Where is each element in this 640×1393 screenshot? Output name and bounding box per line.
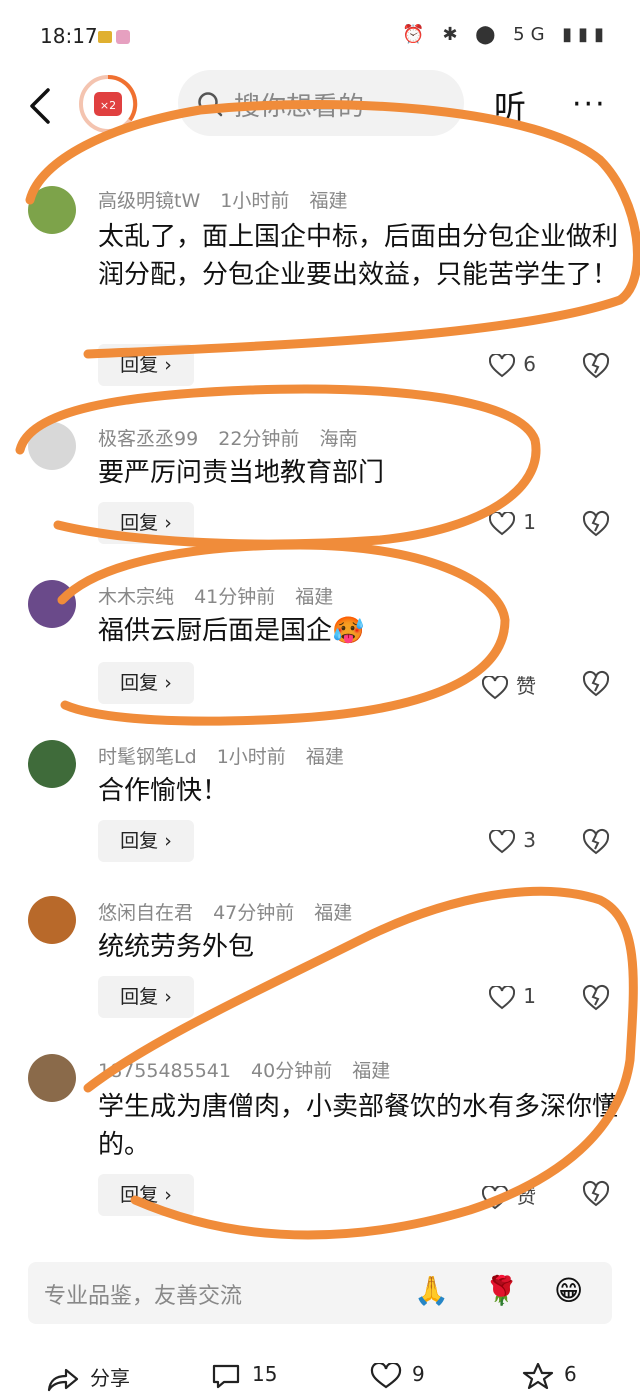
broken-heart-icon[interactable] [582, 510, 610, 538]
comment-text: 学生成为唐僧肉，小卖部餐饮的水有多深你懂的。 [98, 1092, 619, 1160]
rose-emoji-button[interactable]: 🌹 [484, 1274, 519, 1307]
username[interactable]: 18755485541 [98, 1060, 231, 1082]
comment-meta: 极客丞丞99 22分钟前 海南 [98, 424, 371, 451]
avatar[interactable] [28, 580, 76, 628]
status-icons: ⏰ ✱ ⬤ 5G ▮▮▮ [402, 24, 610, 45]
comments-button[interactable]: 15 [210, 1362, 277, 1389]
username[interactable]: 高级明镜tW [98, 190, 200, 212]
reply-button[interactable]: 回复 › [98, 820, 194, 862]
heart-icon [489, 352, 516, 377]
broken-heart-icon[interactable] [582, 352, 610, 380]
comment-meta: 悠闲自在君 47分钟前 福建 [98, 898, 366, 925]
heart-icon [481, 674, 509, 699]
back-arrow-icon[interactable] [24, 80, 60, 132]
comment-input[interactable]: 专业品鉴，友善交流 🙏 🌹 😁 [28, 1262, 612, 1324]
search-placeholder: 搜你想看的 [234, 92, 365, 122]
comment-region: 福建 [295, 586, 334, 608]
avatar[interactable] [28, 1054, 76, 1102]
comment-text: 合作愉快！ [98, 776, 229, 806]
notification-icons [98, 30, 130, 44]
comment-time: 41分钟前 [194, 586, 276, 608]
comment-text: 太乱了，面上国企中标，后面由分包企业做利润分配，分包企业要出效益，只能苦学生了！ [98, 222, 619, 290]
like-count: 3 [523, 828, 536, 852]
search-icon [198, 92, 223, 117]
like-count: 6 [523, 352, 536, 376]
comment-time: 47分钟前 [213, 902, 295, 924]
comment-icon [212, 1364, 240, 1388]
heart-icon [481, 1184, 509, 1209]
comment-text: 要严厉问责当地教育部门 [98, 458, 385, 488]
reply-button[interactable]: 回复 › [98, 344, 194, 386]
listen-button[interactable]: 听 [494, 82, 526, 128]
grin-emoji-button[interactable]: 😁 [554, 1274, 583, 1307]
heart-icon [489, 828, 516, 853]
like-count: 1 [523, 984, 536, 1008]
comment-time: 1小时前 [216, 746, 286, 768]
heart-icon [489, 510, 516, 535]
favorite-count: 6 [564, 1362, 577, 1386]
top-bar: ×2 搜你想看的 听 ··· [0, 70, 640, 136]
svg-text:×2: ×2 [100, 99, 116, 112]
comment-time: 1小时前 [220, 190, 290, 212]
comment-region: 福建 [314, 902, 353, 924]
comment-text: 福供云厨后面是国企🥵 [98, 616, 365, 646]
comment-meta: 木木宗纯 41分钟前 福建 [98, 582, 347, 609]
share-button[interactable]: 分享 [46, 1362, 130, 1393]
like-button[interactable]: 赞 [481, 670, 536, 700]
like-button[interactable]: 1 [489, 510, 536, 536]
post-like-count: 9 [412, 1362, 425, 1386]
like-count: 赞 [516, 1184, 536, 1208]
reply-button[interactable]: 回复 › [98, 1174, 194, 1216]
like-count: 1 [523, 510, 536, 534]
like-button[interactable]: 赞 [481, 1180, 536, 1210]
comment-text: 统统劳务外包 [98, 932, 255, 962]
comment-region: 海南 [319, 428, 358, 450]
share-icon [47, 1368, 79, 1391]
share-label: 分享 [90, 1366, 130, 1390]
like-button[interactable]: 6 [489, 352, 536, 378]
like-post-button[interactable]: 9 [370, 1361, 425, 1389]
comment-time: 40分钟前 [251, 1060, 333, 1082]
favorite-button[interactable]: 6 [522, 1362, 577, 1389]
bottom-action-bar: 分享 15 9 6 [0, 1352, 640, 1391]
comment-region: 福建 [352, 1060, 391, 1082]
reward-badge-icon[interactable]: ×2 [78, 74, 138, 134]
avatar[interactable] [28, 422, 76, 470]
comment-input-placeholder: 专业品鉴，友善交流 [44, 1284, 243, 1309]
search-box[interactable]: 搜你想看的 [178, 70, 464, 136]
comment-meta: 高级明镜tW 1小时前 福建 [98, 186, 361, 213]
status-time: 18:17 [40, 24, 98, 48]
star-icon [522, 1362, 554, 1389]
broken-heart-icon[interactable] [582, 984, 610, 1012]
reply-button[interactable]: 回复 › [98, 976, 194, 1018]
broken-heart-icon[interactable] [582, 670, 610, 698]
comment-region: 福建 [309, 190, 348, 212]
pray-emoji-button[interactable]: 🙏 [414, 1274, 449, 1307]
like-button[interactable]: 3 [489, 828, 536, 854]
username[interactable]: 木木宗纯 [98, 586, 174, 608]
reply-button[interactable]: 回复 › [98, 502, 194, 544]
broken-heart-icon[interactable] [582, 828, 610, 856]
reply-button[interactable]: 回复 › [98, 662, 194, 704]
comment-meta: 时髦钢笔Ld 1小时前 福建 [98, 742, 358, 769]
comment-region: 福建 [305, 746, 344, 768]
comment-meta: 18755485541 40分钟前 福建 [98, 1056, 404, 1083]
avatar[interactable] [28, 186, 76, 234]
avatar[interactable] [28, 740, 76, 788]
username[interactable]: 悠闲自在君 [98, 902, 193, 924]
avatar[interactable] [28, 896, 76, 944]
broken-heart-icon[interactable] [582, 1180, 610, 1208]
heart-icon [370, 1361, 402, 1388]
heart-icon [489, 984, 516, 1009]
username[interactable]: 时髦钢笔Ld [98, 746, 197, 768]
comments-count: 15 [252, 1362, 278, 1386]
like-button[interactable]: 1 [489, 984, 536, 1010]
like-count: 赞 [516, 674, 536, 698]
username[interactable]: 极客丞丞99 [98, 428, 198, 450]
comment-time: 22分钟前 [218, 428, 300, 450]
status-bar: 18:17 ⏰ ✱ ⬤ 5G ▮▮▮ [0, 0, 640, 74]
more-options-icon[interactable]: ··· [572, 90, 607, 120]
